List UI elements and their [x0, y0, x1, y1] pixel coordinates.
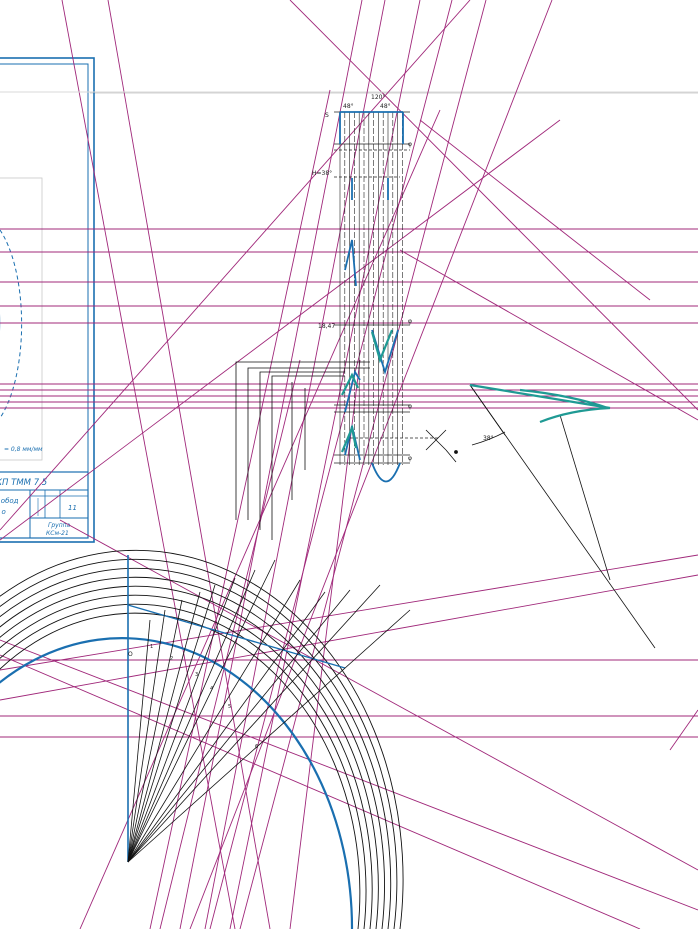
group-value: КСм-21: [46, 530, 69, 537]
construction-line: [0, 0, 471, 531]
gear-num-label: 4: [210, 686, 213, 692]
gear-num-label: 1: [150, 644, 153, 650]
phi-label-1: φ: [408, 141, 412, 148]
sheet-view-frame: [0, 177, 43, 461]
sheet-count: 11: [68, 504, 77, 512]
construction-line: [179, 0, 363, 929]
title-desc-1: н обод: [0, 497, 19, 505]
angle-line: [469, 384, 506, 436]
profile-curve: [371, 462, 401, 483]
drawing-viewport[interactable]: = 0,8 мм/мм КП ТММ 7.5 н обод м о 11 Гру…: [0, 0, 698, 929]
technical-drawing: = 0,8 мм/мм КП ТММ 7.5 н обод м о 11 Гру…: [0, 0, 698, 929]
construction-line: [0, 119, 561, 541]
construction-line: [107, 0, 271, 929]
bracket: [271, 375, 345, 540]
cross-dot: [454, 450, 458, 454]
dim-48-left: 48°: [343, 103, 354, 110]
construction-line: [419, 119, 651, 301]
construction-line: [0, 654, 641, 929]
construction-lines: [0, 0, 698, 929]
construction-line: [209, 0, 453, 929]
dim-l: 18,47: [318, 323, 335, 330]
dim-top: 120°: [371, 94, 385, 101]
gear-arc: [0, 585, 379, 929]
construction-line: [239, 0, 487, 929]
phi-label-3: φ: [408, 403, 412, 410]
gear-wheel: O 1 2 3 4 5 6: [0, 549, 411, 929]
profile-curve: [344, 239, 357, 287]
fan-line: [127, 609, 411, 863]
gear-num-label: 6: [255, 744, 258, 750]
gear-num-label: 5: [228, 704, 231, 710]
angle-line: [559, 414, 611, 581]
gear-num-label: 2: [170, 656, 173, 662]
gear-arcs: [0, 549, 404, 929]
gear-arc: [0, 603, 367, 929]
construction-line: [0, 554, 698, 671]
teal-pointer: [469, 383, 611, 424]
phi-label-4: φ: [408, 455, 412, 462]
sheet-inner-frame: [0, 63, 89, 539]
dim-h: H=38°: [312, 170, 332, 177]
title-desc-2: м о: [0, 508, 6, 516]
profile-curve: [371, 329, 399, 376]
gear-arc: [0, 567, 392, 929]
angle-label: 38°: [483, 435, 494, 442]
construction-line: [289, 0, 698, 411]
title-code: КП ТММ 7.5: [0, 478, 47, 488]
gear-num-label: 3: [195, 672, 198, 678]
construction-line: [189, 0, 553, 929]
dim-48-right: 48°: [380, 103, 391, 110]
sheet-outer-frame: [0, 57, 95, 543]
fan-line: [127, 584, 216, 863]
phi-label-2: φ: [408, 318, 412, 325]
gear-o-label: O: [128, 651, 133, 658]
cross-marker: [425, 429, 458, 463]
construction-line: [149, 89, 331, 929]
title-sheet: = 0,8 мм/мм КП ТММ 7.5 н обод м о 11 Гру…: [0, 57, 95, 543]
teal-mark: [370, 329, 394, 364]
group-label: Группа: [48, 522, 71, 529]
dim-s: S: [325, 112, 329, 119]
scale-note: = 0,8 мм/мм: [4, 446, 43, 453]
angle-construction: 38°: [469, 383, 656, 649]
fan-line: [127, 591, 201, 863]
gear-fan-lines: [127, 559, 411, 863]
